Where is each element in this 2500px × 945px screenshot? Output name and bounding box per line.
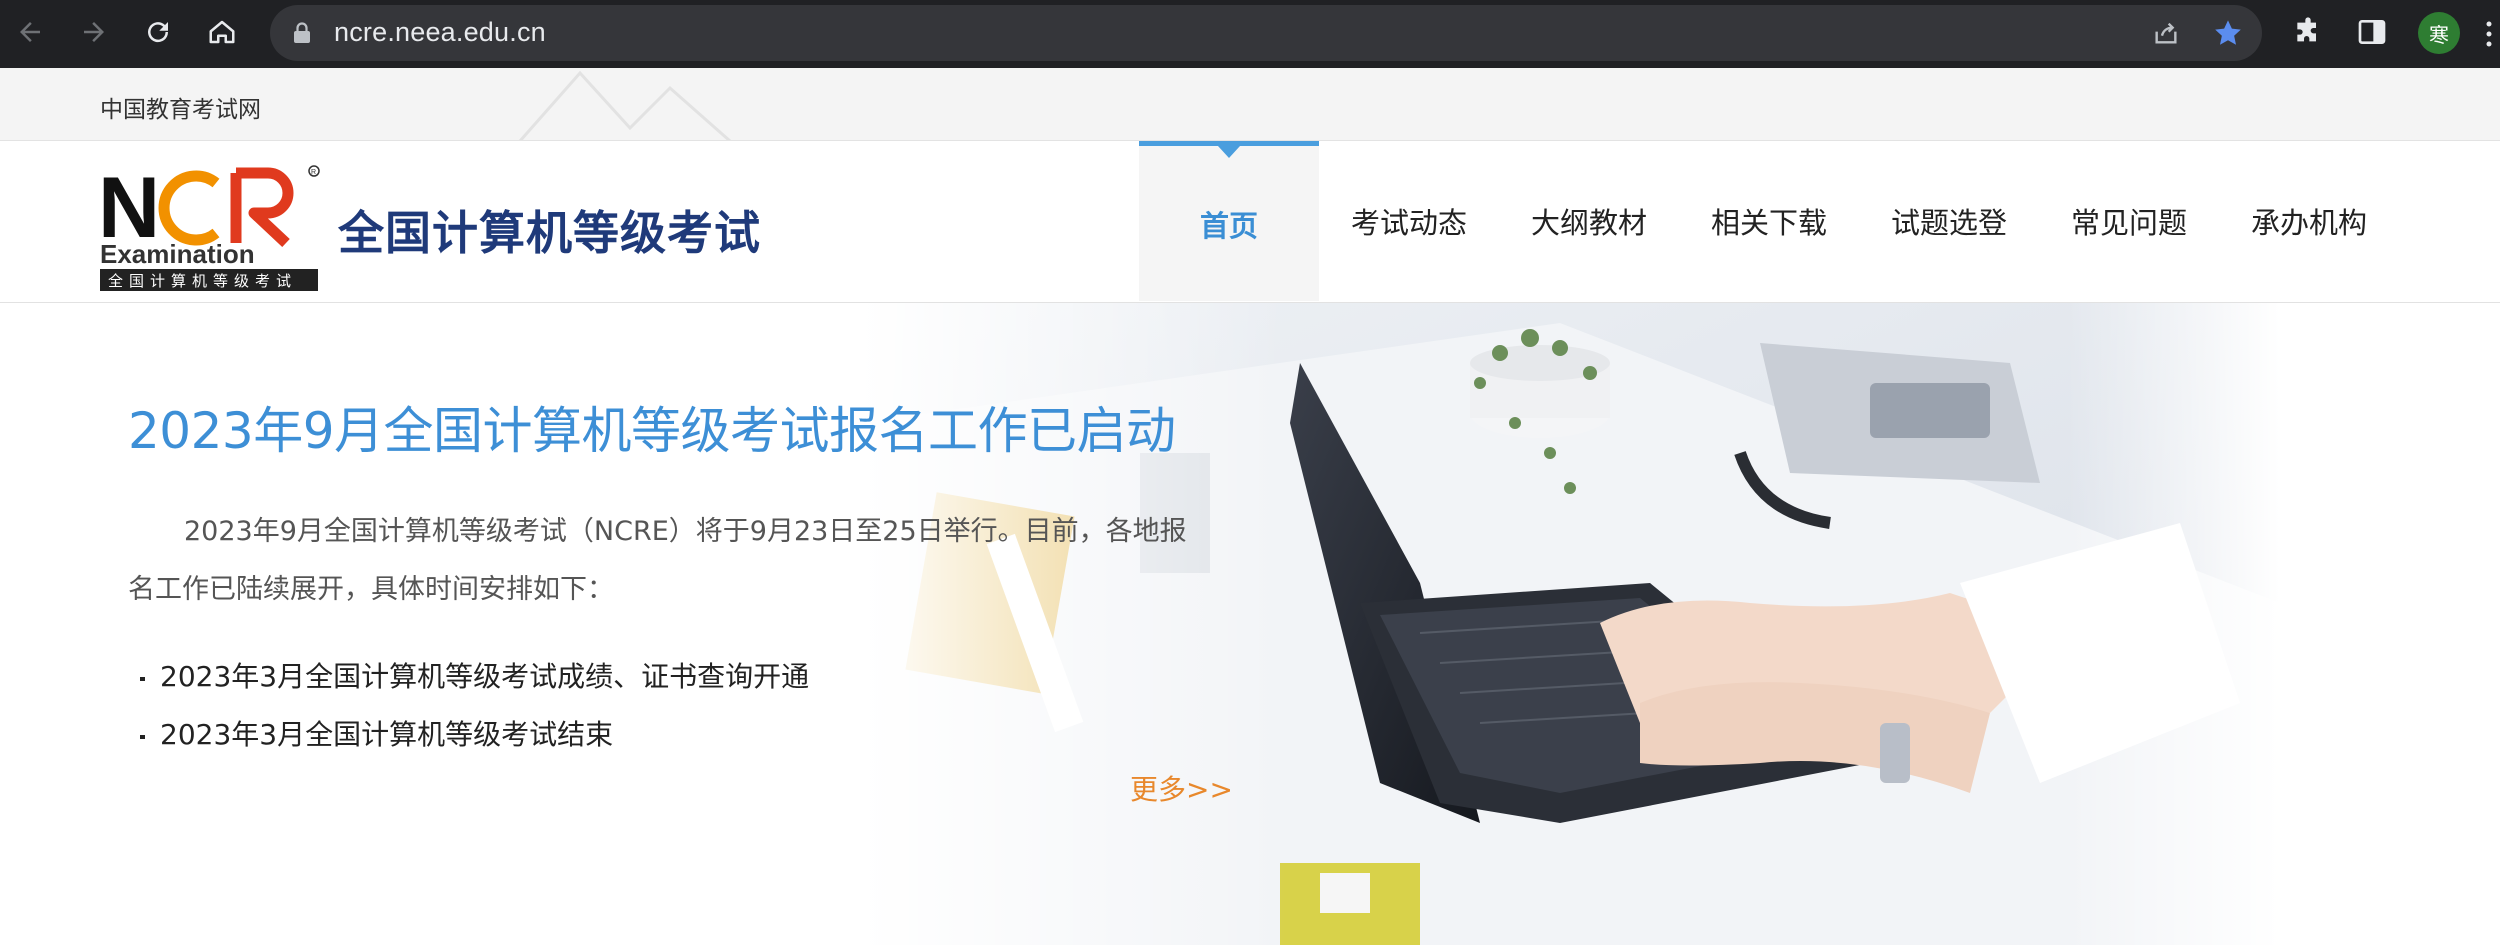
svg-text:全国计算机等级考试: 全国计算机等级考试 [108,272,297,290]
ncre-logo[interactable]: N R Examination 全国计算机等级考试 [98,161,323,291]
star-icon[interactable] [2212,17,2244,49]
nav-label: 考试动态 [1350,206,1467,240]
site-title: 全国计算机等级考试 [338,206,761,260]
back-icon[interactable] [12,14,48,50]
reload-icon[interactable] [140,14,176,50]
list-item[interactable]: 2023年3月全国计算机等级考试结束 [138,706,809,764]
main-nav: 首页 考试动态 大纲教材 相关下载 试题选登 常见问题 承办机构 [1139,141,2399,301]
nav-home[interactable]: 首页 [1139,141,1319,301]
nav-downloads[interactable]: 相关下载 [1679,141,1859,301]
home-icon[interactable] [204,14,240,50]
sidepanel-icon[interactable] [2356,16,2388,48]
profile-avatar[interactable]: 寒 [2418,12,2460,54]
list-item[interactable]: 2023年3月全国计算机等级考试成绩、证书查询开通 [138,648,809,706]
neea-link[interactable]: 中国教育考试网 [100,90,261,124]
nav-label: 承办机构 [2250,206,2367,240]
site-header: N R Examination 全国计算机等级考试 全国计算机等级考试 首页 考… [0,141,2500,303]
svg-text:R: R [311,169,316,176]
extensions-icon[interactable] [2292,16,2324,48]
browser-toolbar: ncre.neea.edu.cn 寒 [0,0,2500,68]
news-intro: 2023年9月全国计算机等级考试（NCRE）将于9月23日至25日举行。目前，各… [128,516,1187,605]
nav-organizers[interactable]: 承办机构 [2219,141,2399,301]
forward-icon[interactable] [76,14,112,50]
more-icon[interactable] [2486,20,2492,48]
nav-label: 大纲教材 [1530,206,1647,240]
nav-exam-news[interactable]: 考试动态 [1319,141,1499,301]
more-link[interactable]: 更多>> [1130,768,1233,808]
nav-syllabus[interactable]: 大纲教材 [1499,141,1679,301]
topbar-decoration [518,70,731,140]
nav-sample-questions[interactable]: 试题选登 [1859,141,2039,301]
hero-banner: 2023年9月全国计算机等级考试报名工作已启动 2023年9月全国计算机等级考试… [0,303,2500,945]
nav-label: 相关下载 [1710,206,1827,240]
top-strip: 中国教育考试网 [0,68,2500,141]
share-icon[interactable] [2150,17,2182,49]
nav-label: 试题选登 [1890,206,2007,240]
news-list: 2023年3月全国计算机等级考试成绩、证书查询开通 2023年3月全国计算机等级… [138,648,809,764]
svg-text:Examination: Examination [100,239,255,269]
address-bar[interactable]: ncre.neea.edu.cn [270,5,2262,61]
nav-faq[interactable]: 常见问题 [2039,141,2219,301]
nav-label: 首页 [1199,208,1258,243]
lock-icon[interactable] [292,22,312,44]
url-text[interactable]: ncre.neea.edu.cn [334,17,546,48]
active-caret-icon [1218,146,1240,158]
news-headline[interactable]: 2023年9月全国计算机等级考试报名工作已启动 [128,391,1176,463]
nav-label: 常见问题 [2070,206,2187,240]
